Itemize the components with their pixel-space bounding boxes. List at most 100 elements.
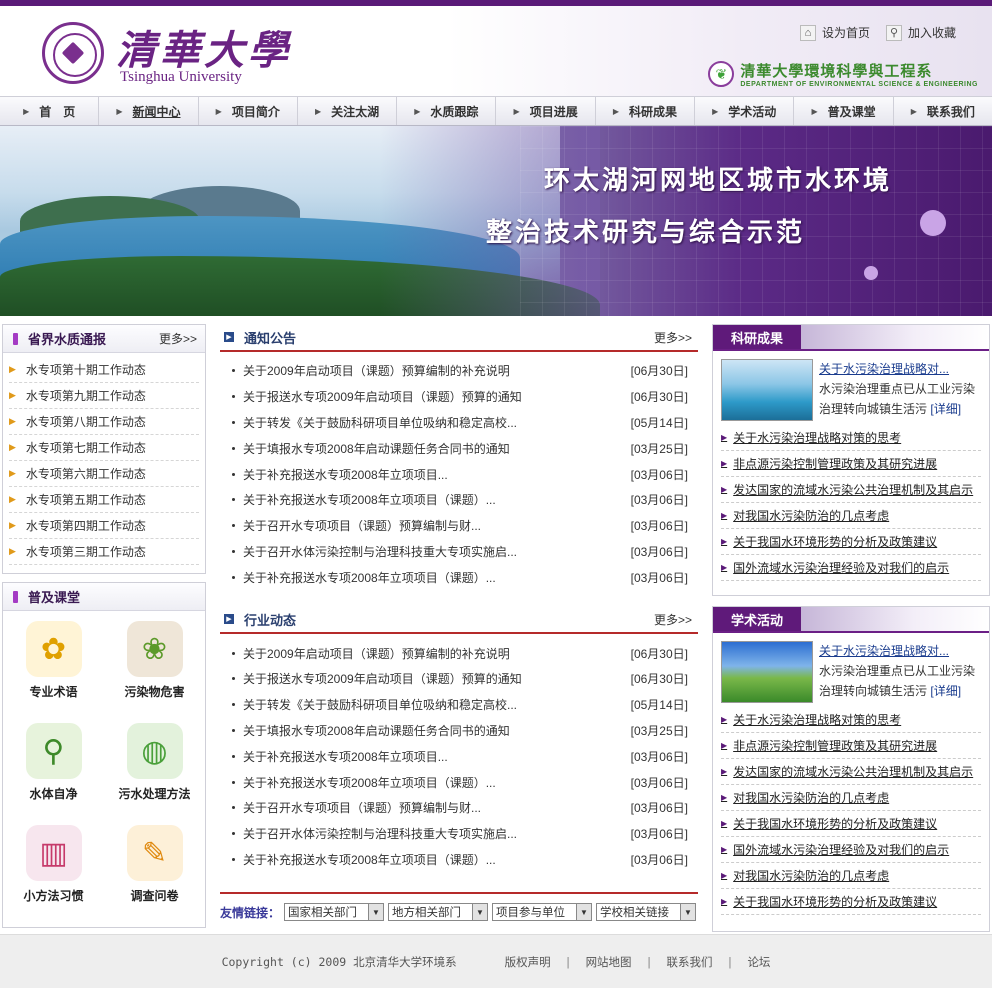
bullet-icon (232, 780, 235, 784)
bullet-icon (232, 806, 235, 810)
list-item[interactable]: ▶ 水专项第十期工作动态 (9, 357, 199, 383)
news-item[interactable]: 关于补充报送水专项2008年立项项目... [03月06日] (220, 461, 698, 487)
edu-terms[interactable]: ✿ 专业术语 (3, 621, 104, 723)
nav-education[interactable]: ▶ 普及课堂 (794, 97, 894, 125)
chevron-down-icon: ▼ (472, 904, 488, 920)
news-item[interactable]: 关于召开水专项项目（课题）预算编制与财... [03月06日] (220, 513, 698, 539)
footer-link-copyright[interactable]: 版权声明 (505, 954, 551, 970)
nav-arrow-icon: ▶ (811, 106, 818, 116)
news-item[interactable]: 关于补充报送水专项2008年立项项目（课题）... [03月06日] (220, 769, 698, 795)
news-item[interactable]: 关于填报水专项2008年启动课题任务合同书的通知 [03月25日] (220, 435, 698, 461)
logo-chinese[interactable]: 清華大學 (116, 18, 292, 76)
list-item[interactable]: ▶ 对我国水污染防治的几点考虑 (721, 863, 981, 889)
list-item[interactable]: ▶ 国外流域水污染治理经验及对我们的启示 (721, 837, 981, 863)
list-item[interactable]: ▶ 关于水污染治理战略对策的思考 (721, 425, 981, 451)
arrow-icon: ▶ (721, 537, 728, 546)
news-item[interactable]: 关于补充报送水专项2008年立项项目（课题）... [03月06日] (220, 847, 698, 873)
research-panel: 科研成果 关于水污染治理战略对... 水污染治理重点已从工业污染 治理转向城镇生… (712, 324, 990, 596)
arrow-icon: ▶ (721, 793, 728, 802)
news-item[interactable]: 关于2009年启动项目（课题）预算编制的补充说明 [06月30日] (220, 358, 698, 384)
arrow-icon: ▶ (9, 520, 16, 530)
notice-more-link[interactable]: 更多>> (654, 329, 692, 346)
news-item[interactable]: 关于报送水专项2009年启动项目（课题）预算的通知 [06月30日] (220, 384, 698, 410)
list-item[interactable]: ▶ 关于我国水环境形势的分析及政策建议 (721, 811, 981, 837)
list-item[interactable]: ▶ 水专项第八期工作动态 (9, 409, 199, 435)
list-item[interactable]: ▶ 关于水污染治理战略对策的思考 (721, 707, 981, 733)
news-item[interactable]: 关于填报水专项2008年启动课题任务合同书的通知 [03月25日] (220, 718, 698, 744)
add-favorite-link[interactable]: ⚲ 加入收藏 (885, 24, 956, 41)
select-national-departments[interactable]: 国家相关部门 ▼ (284, 903, 385, 921)
academic-feature-title[interactable]: 关于水污染治理战略对... (819, 644, 949, 658)
edu-survey[interactable]: ✎ 调查问卷 (104, 825, 205, 927)
list-item[interactable]: ▶ 关于我国水环境形势的分析及政策建议 (721, 889, 981, 915)
nav-research[interactable]: ▶ 科研成果 (596, 97, 696, 125)
nav-contact[interactable]: ▶ 联系我们 (894, 97, 992, 125)
water-quality-more-link[interactable]: 更多>> (159, 330, 197, 347)
news-item[interactable]: 关于补充报送水专项2008年立项项目（课题）... [03月06日] (220, 487, 698, 513)
lake-thumbnail-image[interactable] (721, 359, 813, 421)
news-item[interactable]: 关于报送水专项2009年启动项目（课题）预算的通知 [06月30日] (220, 666, 698, 692)
edu-habits[interactable]: ▥ 小方法习惯 (3, 825, 104, 927)
hero-banner: 环太湖河网地区城市水环境 整治技术研究与综合示范 (0, 126, 992, 316)
list-item[interactable]: ▶ 发达国家的流域水污染公共治理机制及其启示 (721, 759, 981, 785)
bullet-icon (232, 395, 235, 399)
list-item[interactable]: ▶ 水专项第九期工作动态 (9, 383, 199, 409)
list-item[interactable]: ▶ 非点源污染控制管理政策及其研究进展 (721, 733, 981, 759)
list-item[interactable]: ▶ 关于我国水环境形势的分析及政策建议 (721, 529, 981, 555)
department-name-en: DEPARTMENT OF ENVIRONMENTAL SCIENCE & EN… (740, 81, 978, 88)
footer-link-forum[interactable]: 论坛 (747, 954, 770, 970)
academic-detail-link[interactable]: [详细] (930, 684, 961, 698)
top-links: ⌂ 设为首页 ⚲ 加入收藏 (799, 24, 956, 41)
left-column: 省界水质通报 更多>> ▶ 水专项第十期工作动态 ▶ 水专项第九期工作动态 ▶ 水专项… (2, 324, 206, 928)
list-item[interactable]: ▶ 水专项第三期工作动态 (9, 539, 199, 565)
select-project-units[interactable]: 项目参与单位 ▼ (492, 903, 593, 921)
list-item[interactable]: ▶ 水专项第五期工作动态 (9, 487, 199, 513)
department-logo[interactable]: ❦ 清華大學環境科學與工程系 DEPARTMENT OF ENVIRONMENT… (708, 60, 978, 88)
industry-more-link[interactable]: 更多>> (654, 611, 692, 628)
edu-pollutant-harm[interactable]: ❀ 污染物危害 (104, 621, 205, 723)
logo-english[interactable]: Tsinghua University (120, 69, 242, 86)
nav-progress[interactable]: ▶ 项目进展 (496, 97, 596, 125)
select-school-links[interactable]: 学校相关链接 ▼ (596, 903, 697, 921)
arrow-icon: ▶ (9, 468, 16, 478)
list-item[interactable]: ▶ 水专项第四期工作动态 (9, 513, 199, 539)
waterfall-thumbnail-image[interactable] (721, 641, 813, 703)
edu-treatment-methods[interactable]: ◍ 污水处理方法 (104, 723, 205, 825)
research-detail-link[interactable]: [详细] (930, 402, 961, 416)
news-item[interactable]: 关于补充报送水专项2008年立项项目（课题）... [03月06日] (220, 564, 698, 590)
home-icon: ⌂ (799, 24, 816, 41)
bullet-icon (232, 677, 235, 681)
research-feature-title[interactable]: 关于水污染治理战略对... (819, 362, 949, 376)
university-seal-logo[interactable] (42, 22, 104, 84)
news-item[interactable]: 关于召开水体污染控制与治理科技重大专项实施启... [03月06日] (220, 539, 698, 565)
arrow-icon: ▶ (9, 546, 16, 556)
news-item[interactable]: 关于召开水专项项目（课题）预算编制与财... [03月06日] (220, 795, 698, 821)
nav-academic[interactable]: ▶ 学术活动 (695, 97, 795, 125)
list-item[interactable]: ▶ 对我国水污染防治的几点考虑 (721, 785, 981, 811)
select-local-departments[interactable]: 地方相关部门 ▼ (388, 903, 489, 921)
list-item[interactable]: ▶ 水专项第七期工作动态 (9, 435, 199, 461)
news-item[interactable]: 关于补充报送水专项2008年立项项目... [03月06日] (220, 743, 698, 769)
list-item[interactable]: ▶ 对我国水污染防治的几点考虑 (721, 503, 981, 529)
nav-arrow-icon: ▶ (23, 106, 30, 116)
list-item[interactable]: ▶ 发达国家的流域水污染公共治理机制及其启示 (721, 477, 981, 503)
news-item[interactable]: 关于召开水体污染控制与治理科技重大专项实施启... [03月06日] (220, 821, 698, 847)
set-homepage-link[interactable]: ⌂ 设为首页 (799, 24, 870, 41)
faucet-icon: ⚲ (25, 723, 82, 779)
nav-news[interactable]: ▶ 新闻中心 (99, 97, 199, 125)
news-item[interactable]: 关于转发《关于鼓励科研项目单位吸纳和稳定高校... [05月14日] (220, 692, 698, 718)
list-item[interactable]: ▶ 水专项第六期工作动态 (9, 461, 199, 487)
news-item[interactable]: 关于转发《关于鼓励科研项目单位吸纳和稳定高校... [05月14日] (220, 410, 698, 436)
nav-project-intro[interactable]: ▶ 项目简介 (199, 97, 298, 125)
nav-home[interactable]: ▶ 首 页 (0, 97, 100, 125)
news-item[interactable]: 关于2009年启动项目（课题）预算编制的补充说明 [06月30日] (220, 640, 698, 666)
edu-self-purification[interactable]: ⚲ 水体自净 (3, 723, 104, 825)
nav-water-tracking[interactable]: ▶ 水质跟踪 (397, 97, 497, 125)
nav-taihu[interactable]: ▶ 关注太湖 (298, 97, 398, 125)
bullet-icon (232, 575, 235, 579)
footer-link-contact[interactable]: 联系我们 (667, 954, 713, 970)
list-item[interactable]: ▶ 国外流域水污染治理经验及对我们的启示 (721, 555, 981, 581)
bullet-icon (232, 472, 235, 476)
list-item[interactable]: ▶ 非点源污染控制管理政策及其研究进展 (721, 451, 981, 477)
footer-link-sitemap[interactable]: 网站地图 (586, 954, 632, 970)
